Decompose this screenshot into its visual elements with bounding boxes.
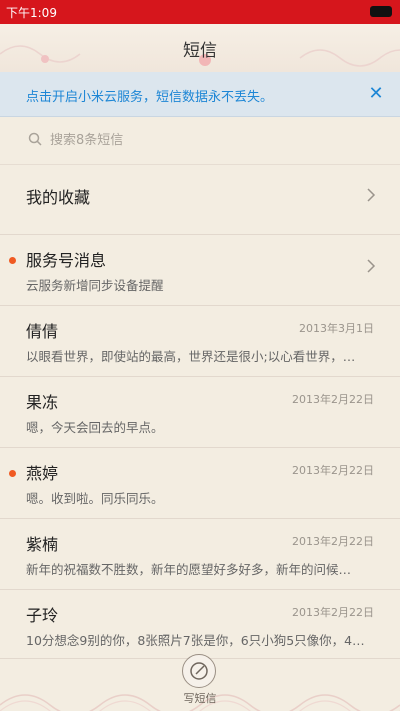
banner-text[interactable]: 点击开启小米云服务，短信数据永不丢失。 [26,86,273,105]
compose-button[interactable] [182,654,216,688]
list-item[interactable]: 紫楠 2013年2月22日 新年的祝福数不胜数，新年的愿望好多好多，新年的问候… [0,519,400,590]
compose-area: 写短信 [0,648,400,711]
list-item-favorites[interactable]: 我的收藏 [0,164,400,235]
battery-icon [370,6,392,17]
header: 短信 [0,24,400,73]
chevron-right-icon [367,259,376,273]
cloud-service-banner[interactable]: 点击开启小米云服务，短信数据永不丢失。 ✕ [0,72,400,117]
compose-label[interactable]: 写短信 [0,690,400,706]
search-input[interactable] [50,130,350,150]
list-item-preview: 嗯，今天会回去的早点。 [26,420,164,435]
list-item-date: 2013年2月22日 [292,535,374,548]
status-time: 下午1:09 [6,6,57,20]
list-item-date: 2013年3月1日 [299,322,374,335]
list-item-name: 紫楠 [26,535,59,554]
list-item-name: 我的收藏 [26,188,91,207]
list-item[interactable]: 倩倩 2013年3月1日 以眼看世界，即使站的最高，世界还是很小;以心看世界，… [0,306,400,377]
search-icon [28,132,42,146]
search-bar[interactable] [0,116,400,165]
page-title: 短信 [183,41,217,61]
pencil-icon [190,662,208,680]
list-item-name: 燕婷 [26,464,59,483]
list-item-preview: 嗯。收到啦。同乐同乐。 [26,491,164,506]
status-bar: 下午1:09 [0,0,400,24]
list-item-name: 果冻 [26,393,59,412]
list-item-name: 服务号消息 [26,251,107,270]
unread-dot [9,470,16,477]
close-icon[interactable]: ✕ [364,82,388,106]
list-item[interactable]: 燕婷 2013年2月22日 嗯。收到啦。同乐同乐。 [0,448,400,519]
list-item-preview: 10分想念9别的你，8张照片7张是你，6只小狗5只像你，4… [26,633,365,648]
conversation-list: 我的收藏 服务号消息 云服务新增同步设备提醒 倩倩 2013年3月1日 以眼看世… [0,164,400,659]
list-item-preview: 云服务新增同步设备提醒 [26,278,164,293]
list-item-date: 2013年2月22日 [292,464,374,477]
unread-dot [9,257,16,264]
list-item-date: 2013年2月22日 [292,393,374,406]
list-item-service-messages[interactable]: 服务号消息 云服务新增同步设备提醒 [0,235,400,306]
list-item-name: 子玲 [26,606,59,625]
chevron-right-icon [367,188,376,202]
list-item-name: 倩倩 [26,322,59,341]
list-item-date: 2013年2月22日 [292,606,374,619]
list-item-preview: 以眼看世界，即使站的最高，世界还是很小;以心看世界，… [26,349,356,364]
list-item-preview: 新年的祝福数不胜数，新年的愿望好多好多，新年的问候… [26,562,352,577]
list-item[interactable]: 果冻 2013年2月22日 嗯，今天会回去的早点。 [0,377,400,448]
